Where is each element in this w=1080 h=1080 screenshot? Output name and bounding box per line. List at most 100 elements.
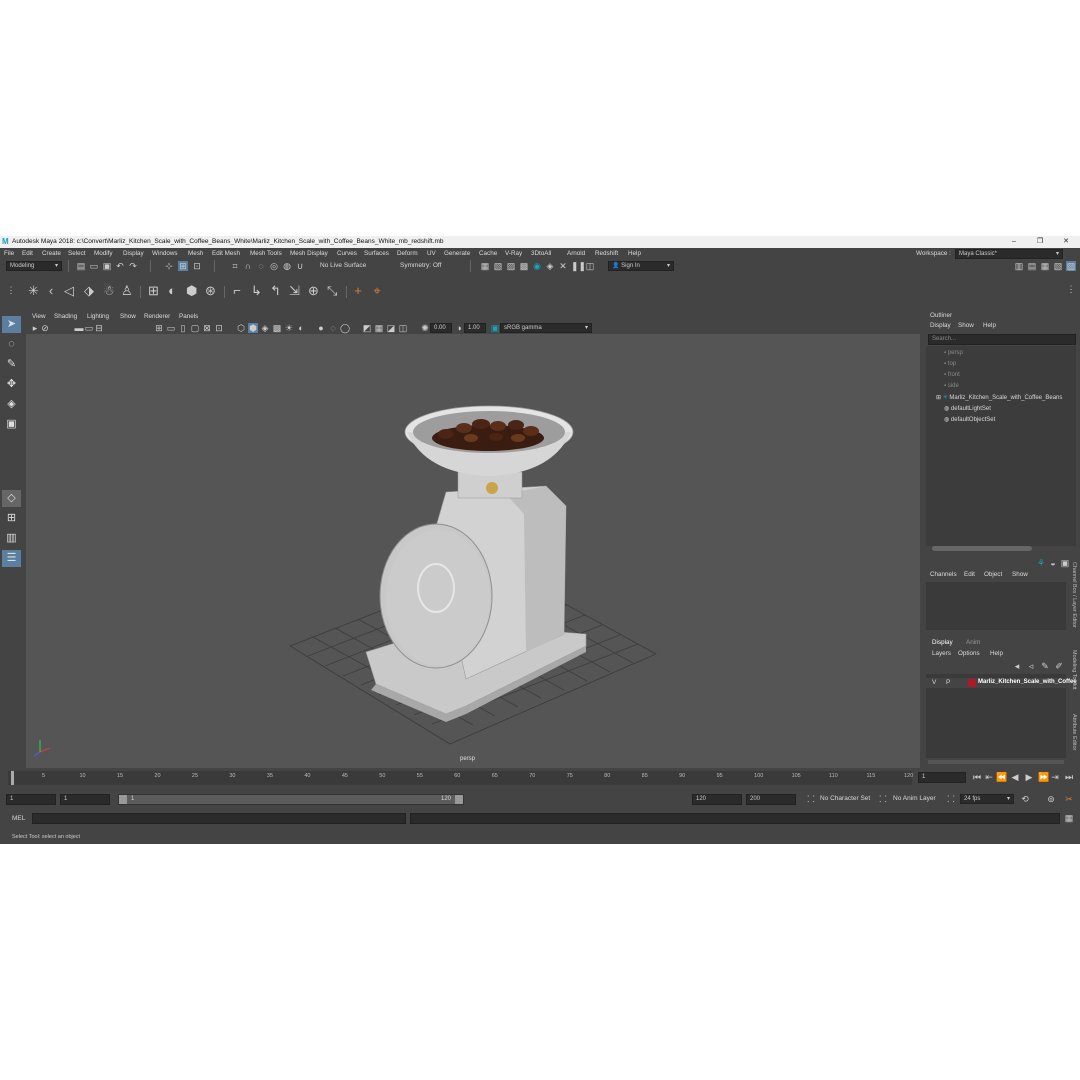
vp-menu-renderer[interactable]: Renderer (144, 313, 170, 320)
channels-menu-object[interactable]: Object (984, 571, 1002, 578)
redo-icon[interactable]: ↷ (128, 261, 138, 271)
playback-end-field[interactable]: 120 (692, 794, 742, 805)
constraint-point-icon[interactable]: ⌐ (232, 284, 242, 297)
vp-menu-lighting[interactable]: Lighting (87, 313, 109, 320)
gate-mask-icon[interactable]: ▢ (190, 323, 200, 333)
exposure-icon[interactable]: ✺ (420, 323, 430, 333)
channel-box-icon[interactable]: ⚘ (1036, 558, 1046, 568)
motion-blur-icon[interactable]: ◌ (328, 323, 338, 333)
color-management-icon[interactable]: ▣ (490, 323, 500, 333)
open-scene-icon[interactable]: ▭ (89, 261, 99, 271)
outliner-item-light-set[interactable]: ◍ defaultLightSet (944, 405, 991, 412)
ipr-render-icon[interactable]: ▧ (493, 261, 503, 271)
select-camera-icon[interactable]: ▸ (30, 323, 40, 333)
command-input[interactable] (32, 813, 406, 824)
locator-icon[interactable]: + (353, 284, 363, 297)
use-all-lights-icon[interactable]: ☀ (284, 323, 294, 333)
outliner-menu-display[interactable]: Display (930, 322, 951, 329)
layer-menu-help[interactable]: Help (990, 650, 1003, 657)
toggle-channel-box-icon[interactable]: ▧ (1053, 261, 1063, 271)
move-tool-icon[interactable]: ✥ (2, 376, 21, 393)
layer-menu-layers[interactable]: Layers (932, 650, 951, 657)
outliner-item-top[interactable]: ▪ top (944, 361, 956, 367)
tab-modeling-toolkit[interactable]: Modeling Toolkit (1071, 650, 1077, 689)
minimize-button[interactable]: – (1008, 237, 1020, 247)
wire-icon[interactable]: ⊛ (205, 284, 216, 297)
undo-icon[interactable]: ↶ (115, 261, 125, 271)
select-hierarchy-icon[interactable]: ⊹ (164, 261, 174, 271)
anti-alias-icon[interactable]: ◯ (340, 323, 350, 333)
field-chart-icon[interactable]: ⊠ (202, 323, 212, 333)
quick-rig-icon[interactable]: ♙ (121, 284, 133, 297)
textured-icon[interactable]: ▩ (272, 323, 282, 333)
menu-mesh[interactable]: Mesh (188, 250, 203, 257)
shelf-tabs-icon[interactable]: ⋮ (6, 285, 16, 295)
menu-display[interactable]: Display (123, 250, 144, 257)
menu-arnold[interactable]: Arnold (567, 250, 585, 257)
exposure-field[interactable]: 0.00 (430, 323, 452, 333)
layer-move-up-icon[interactable]: ◂ (1012, 661, 1022, 671)
tool-settings-icon[interactable]: ▣ (1060, 558, 1070, 568)
select-object-icon[interactable]: ⊞ (178, 261, 188, 271)
vp-menu-panels[interactable]: Panels (179, 313, 198, 320)
color-space-dropdown[interactable]: sRGB gamma ▾ (500, 323, 592, 333)
channels-menu-edit[interactable]: Edit (964, 571, 975, 578)
arnold-render-icon[interactable]: ◉ (532, 261, 542, 271)
shelf-options-icon[interactable]: ⋮ (1066, 284, 1076, 294)
vp-menu-show[interactable]: Show (120, 313, 136, 320)
character-set-icon[interactable]: ⸬ (806, 794, 816, 804)
toggle-modeling-toolkit-icon[interactable]: ▥ (1014, 261, 1024, 271)
lattice-icon[interactable]: ⊞ (148, 284, 159, 297)
fps-dropdown[interactable]: 24 fps ▾ (960, 794, 1014, 804)
layer-tab-display[interactable]: Display (932, 639, 953, 646)
toggle-attribute-editor-icon[interactable]: ▤ (1027, 261, 1037, 271)
symmetry-label[interactable]: Symmetry: Off (400, 262, 441, 269)
fps-icon[interactable]: ⸬ (946, 794, 956, 804)
isolate-select-icon[interactable]: ◩ (362, 323, 372, 333)
select-component-icon[interactable]: ⊡ (192, 261, 202, 271)
menu-redshift[interactable]: Redshift (595, 250, 618, 257)
auto-key-icon[interactable]: ⊚ (1046, 794, 1056, 804)
bind-skin-icon[interactable]: ⬗ (84, 284, 94, 297)
film-gate-icon[interactable]: ▭ (166, 323, 176, 333)
outliner-menu-help[interactable]: Help (983, 322, 996, 329)
range-end-handle[interactable] (455, 795, 463, 804)
cluster-icon[interactable]: ◐ (167, 284, 177, 297)
menu-select[interactable]: Select (68, 250, 86, 257)
menu-modify[interactable]: Modify (94, 250, 113, 257)
menu-mesh-display[interactable]: Mesh Display (290, 250, 328, 257)
hypershade-icon[interactable]: ▩ (519, 261, 529, 271)
menu-edit-mesh[interactable]: Edit Mesh (212, 250, 240, 257)
current-frame-field[interactable]: 1 (918, 772, 966, 783)
outliner-item-persp[interactable]: ▪ persp (944, 350, 963, 356)
menu-file[interactable]: File (4, 250, 14, 257)
menu-generate[interactable]: Generate (444, 250, 470, 257)
close-button[interactable]: ✕ (1060, 237, 1072, 247)
wireframe-on-shaded-icon[interactable]: ◈ (260, 323, 270, 333)
pause-icon[interactable]: ❚❚ (571, 261, 586, 271)
smooth-shade-icon[interactable]: ⬢ (248, 323, 258, 333)
workspace-dropdown[interactable]: Maya Classic* ▾ (955, 249, 1063, 259)
layer-move-down-icon[interactable]: ◃ (1026, 661, 1036, 671)
snap-view-icon[interactable]: ◎ (269, 261, 279, 271)
layout-four-icon[interactable]: ⊞ (2, 510, 21, 527)
snap-grid-icon[interactable]: ⌗ (230, 261, 240, 271)
layer-menu-options[interactable]: Options (958, 650, 980, 657)
layer-row[interactable]: V P Marliz_Kitchen_Scale_with_Coffee (926, 678, 1077, 688)
scale-tool-icon[interactable]: ▣ (2, 416, 21, 433)
snap-point-icon[interactable]: ◌ (256, 261, 266, 271)
snap-surface-icon[interactable]: ◍ (282, 261, 292, 271)
menu-uv[interactable]: UV (427, 250, 436, 257)
range-slider-bar[interactable]: 1 120 (118, 794, 464, 805)
command-language-label[interactable]: MEL (12, 815, 25, 822)
xray-joints-icon[interactable]: ◪ (386, 323, 396, 333)
rotate-tool-icon[interactable]: ◈ (2, 396, 21, 413)
viewport-3d-scene[interactable]: M persp (4, 334, 920, 768)
sign-in-dropdown[interactable]: 👤 Sign In ▾ (608, 261, 674, 271)
layout-outliner-icon[interactable]: ☰ (2, 550, 21, 567)
grid-toggle-icon[interactable]: ⊞ (154, 323, 164, 333)
camera-attributes-icon[interactable]: ⊘ (40, 323, 50, 333)
play-forward-icon[interactable]: ▶ (1024, 772, 1034, 782)
step-back-key-icon[interactable]: ⇤ (984, 772, 994, 782)
vray-render-icon[interactable]: ✕ (558, 261, 568, 271)
